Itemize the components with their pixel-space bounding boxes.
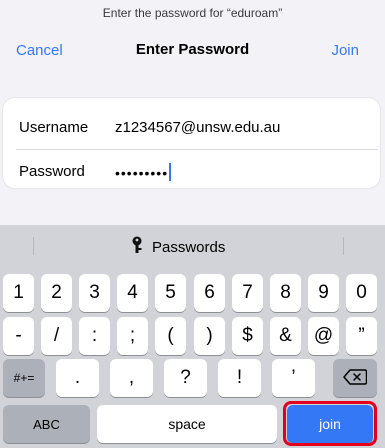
username-label: Username	[19, 119, 89, 136]
key-7[interactable]: 7	[232, 274, 263, 312]
key-2[interactable]: 2	[41, 274, 72, 312]
credentials-form: Username z1234567@unsw.edu.au Password •…	[3, 98, 380, 188]
key-period[interactable]: .	[56, 359, 99, 397]
symbols-mode-key[interactable]: #+=	[3, 359, 45, 397]
key-4[interactable]: 4	[117, 274, 148, 312]
key-hyphen[interactable]: -	[3, 317, 34, 355]
key-1[interactable]: 1	[3, 274, 34, 312]
key-at[interactable]: @	[308, 317, 339, 355]
username-row[interactable]: Username z1234567@unsw.edu.au	[3, 104, 380, 148]
key-8[interactable]: 8	[270, 274, 301, 312]
key-close-paren[interactable]: )	[194, 317, 225, 355]
key-6[interactable]: 6	[194, 274, 225, 312]
key-semicolon[interactable]: ;	[117, 317, 148, 355]
suggestion-divider	[343, 237, 344, 255]
password-label: Password	[19, 163, 85, 180]
key-ampersand[interactable]: &	[270, 317, 301, 355]
highlight-box	[283, 401, 377, 446]
abc-key[interactable]: ABC	[3, 405, 90, 443]
join-button[interactable]: Join	[331, 42, 359, 59]
passwords-label: Passwords	[152, 238, 226, 256]
key-open-paren[interactable]: (	[155, 317, 186, 355]
suggestion-divider	[33, 237, 34, 255]
key-0[interactable]: 0	[346, 274, 377, 312]
password-field[interactable]: •••••••••	[115, 163, 172, 182]
space-key[interactable]: space	[97, 405, 277, 443]
key-colon[interactable]: :	[79, 317, 110, 355]
key-slash[interactable]: /	[41, 317, 72, 355]
password-dots: •••••••••	[115, 165, 169, 181]
page-title: Enter Password	[135, 41, 250, 58]
prompt-text: Enter the password for “eduroam”	[102, 6, 283, 20]
key-exclamation[interactable]: !	[218, 359, 261, 397]
backspace-icon	[343, 368, 368, 388]
passwords-suggestion[interactable]: Passwords	[130, 236, 225, 258]
key-icon	[130, 236, 144, 258]
key-apostrophe[interactable]: ’	[272, 359, 315, 397]
text-caret	[169, 163, 172, 181]
key-dollar[interactable]: $	[232, 317, 263, 355]
key-question[interactable]: ?	[164, 359, 207, 397]
key-comma[interactable]: ,	[110, 359, 153, 397]
key-9[interactable]: 9	[308, 274, 339, 312]
form-divider	[16, 149, 378, 150]
key-quote[interactable]: ”	[346, 317, 377, 355]
username-field[interactable]: z1234567@unsw.edu.au	[115, 119, 280, 136]
delete-key[interactable]	[333, 359, 377, 397]
key-5[interactable]: 5	[155, 274, 186, 312]
password-row[interactable]: Password •••••••••	[3, 148, 380, 192]
key-3[interactable]: 3	[79, 274, 110, 312]
